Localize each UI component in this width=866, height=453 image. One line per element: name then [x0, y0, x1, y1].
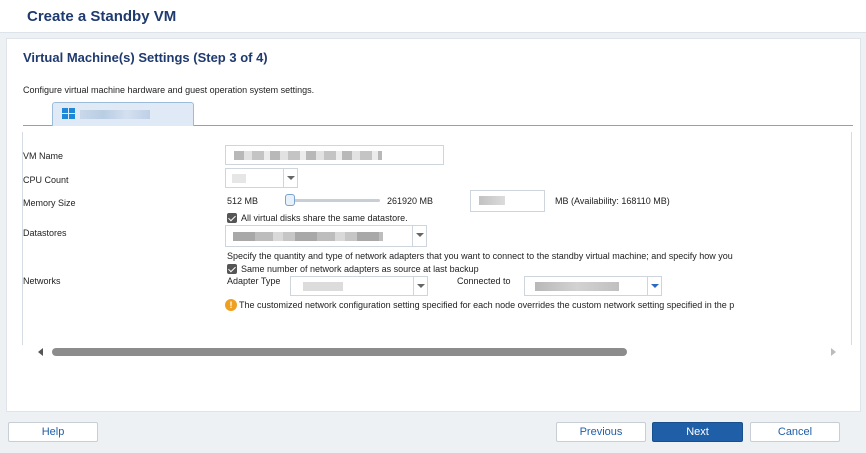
warning-icon: ! [225, 299, 237, 311]
horizontal-scrollbar[interactable] [22, 345, 852, 359]
connected-to-select[interactable] [524, 276, 662, 296]
redacted-value [479, 196, 505, 205]
footer-bar: Help Previous Next Cancel [0, 416, 866, 453]
window-title: Create a Standby VM [27, 8, 177, 25]
cpu-count-select[interactable] [225, 168, 298, 188]
warning-text: The customized network configuration set… [239, 300, 735, 310]
memory-size-label: Memory Size [23, 198, 76, 208]
chevron-down-icon[interactable] [413, 277, 427, 295]
step-title: Virtual Machine(s) Settings (Step 3 of 4… [23, 50, 268, 65]
help-button[interactable]: Help [8, 422, 98, 442]
chevron-down-icon[interactable] [412, 226, 426, 246]
scrollbar-thumb[interactable] [52, 348, 627, 356]
datastores-label: Datastores [23, 228, 67, 238]
next-button[interactable]: Next [652, 422, 743, 442]
datastore-select[interactable] [225, 225, 427, 247]
tab-vm-node[interactable] [52, 102, 194, 126]
redacted-value [535, 282, 619, 291]
networks-label: Networks [23, 276, 61, 286]
adapter-type-select[interactable] [290, 276, 428, 296]
redacted-value [232, 174, 246, 183]
cancel-button[interactable]: Cancel [750, 422, 840, 442]
cpu-count-label: CPU Count [23, 175, 69, 185]
redacted-value [233, 232, 383, 241]
memory-availability-label: MB (Availability: 168110 MB) [555, 196, 670, 206]
connected-to-label: Connected to [457, 276, 511, 286]
windows-logo-icon [62, 108, 76, 120]
memory-min-label: 512 MB [227, 196, 259, 206]
networks-description: Specify the quantity and type of network… [227, 251, 733, 261]
chevron-down-icon[interactable] [647, 277, 661, 295]
vm-name-input[interactable] [225, 145, 444, 165]
memory-max-label: 261920 MB [387, 196, 434, 206]
same-adapters-checkbox[interactable] [227, 264, 237, 274]
same-adapters-label: Same number of network adapters as sourc… [241, 264, 479, 274]
step-description: Configure virtual machine hardware and g… [23, 85, 315, 95]
redacted-value [234, 151, 382, 160]
scroll-right-icon[interactable] [831, 348, 836, 356]
redacted-value [303, 282, 343, 291]
previous-button[interactable]: Previous [556, 422, 646, 442]
window-titlebar: Create a Standby VM [0, 0, 866, 33]
adapter-type-label: Adapter Type [227, 276, 281, 286]
standby-vm-wizard: Create a Standby VM Virtual Machine(s) S… [0, 0, 866, 453]
vm-name-label: VM Name [23, 151, 64, 161]
memory-slider-thumb[interactable] [285, 194, 295, 206]
chevron-down-icon[interactable] [283, 169, 297, 187]
scroll-left-icon[interactable] [38, 348, 43, 356]
memory-slider-track[interactable] [285, 199, 380, 202]
settings-content [22, 132, 852, 354]
tab-label-redacted [80, 110, 150, 119]
shared-datastore-checkbox[interactable] [227, 213, 237, 223]
memory-size-input[interactable] [470, 190, 545, 212]
shared-datastore-label: All virtual disks share the same datasto… [241, 213, 408, 223]
